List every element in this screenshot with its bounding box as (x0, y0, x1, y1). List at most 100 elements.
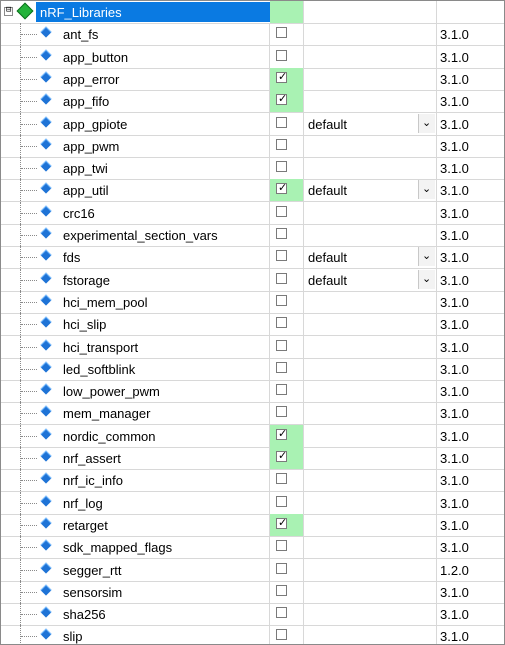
component-variant-cell (304, 603, 437, 625)
component-checkbox[interactable] (276, 206, 287, 217)
component-variant-cell[interactable]: default ⌄ (304, 269, 437, 291)
component-version-cell: 3.1.0 (437, 492, 504, 514)
component-select-cell: ✓ (270, 90, 304, 112)
component-checkbox[interactable] (276, 496, 287, 507)
component-row[interactable]: app_twi 3.1.0 (1, 157, 504, 180)
component-row[interactable]: nrf_assert ✓ 3.1.0 (1, 447, 504, 470)
component-version: 3.1.0 (440, 183, 469, 198)
component-variant-cell[interactable]: default ⌄ (304, 113, 437, 135)
component-checkbox[interactable] (276, 27, 287, 38)
component-icon (40, 26, 52, 38)
component-row[interactable]: sha256 3.1.0 (1, 603, 504, 626)
tree-branch (21, 324, 37, 325)
component-row[interactable]: app_error ✓ 3.1.0 (1, 68, 504, 91)
component-checkbox[interactable] (276, 585, 287, 596)
component-icon (40, 316, 52, 328)
component-row[interactable]: fds default ⌄ 3.1.0 (1, 246, 504, 269)
component-checkbox[interactable] (276, 250, 287, 261)
component-variant-cell (304, 625, 437, 644)
component-icon (40, 606, 52, 618)
component-row[interactable]: sensorsim 3.1.0 (1, 581, 504, 604)
component-row[interactable]: low_power_pwm 3.1.0 (1, 380, 504, 403)
component-row[interactable]: fstorage default ⌄ 3.1.0 (1, 269, 504, 292)
component-variant-cell[interactable]: default ⌄ (304, 179, 437, 201)
component-checkbox[interactable]: ✓ (276, 427, 287, 440)
component-name-cell: crc16 (1, 202, 270, 224)
tree-root-row[interactable]: ⊟ nRF_Libraries (1, 1, 504, 24)
component-checkbox[interactable] (276, 362, 287, 373)
component-row[interactable]: nrf_ic_info 3.1.0 (1, 469, 504, 492)
component-name: ant_fs (63, 27, 99, 42)
component-row[interactable]: sdk_mapped_flags 3.1.0 (1, 536, 504, 559)
component-checkbox[interactable]: ✓ (276, 516, 287, 529)
checkmark-icon: ✓ (278, 181, 288, 194)
component-checkbox[interactable] (276, 473, 287, 484)
dropdown-chevron-icon[interactable]: ⌄ (418, 270, 435, 289)
component-version-cell: 3.1.0 (437, 358, 504, 380)
component-name-cell: ant_fs (1, 23, 270, 45)
component-checkbox[interactable] (276, 228, 287, 239)
component-name: nrf_ic_info (63, 473, 123, 488)
component-version-cell: 3.1.0 (437, 68, 504, 90)
component-row[interactable]: retarget ✓ 3.1.0 (1, 514, 504, 537)
component-row[interactable]: app_button 3.1.0 (1, 46, 504, 69)
component-row[interactable]: nordic_common ✓ 3.1.0 (1, 425, 504, 448)
component-checkbox[interactable]: ✓ (276, 92, 287, 105)
component-row[interactable]: hci_mem_pool 3.1.0 (1, 291, 504, 314)
component-checkbox[interactable] (276, 139, 287, 150)
component-select-cell (270, 625, 304, 644)
dropdown-chevron-icon[interactable]: ⌄ (418, 114, 435, 133)
component-checkbox[interactable] (276, 317, 287, 328)
component-row[interactable]: experimental_section_vars 3.1.0 (1, 224, 504, 247)
component-icon (40, 472, 52, 484)
component-row[interactable]: segger_rtt 1.2.0 (1, 559, 504, 582)
dropdown-chevron-icon[interactable]: ⌄ (418, 247, 435, 266)
component-variant-cell (304, 313, 437, 335)
component-name: retarget (63, 518, 108, 533)
component-row[interactable]: app_gpiote default ⌄ 3.1.0 (1, 113, 504, 136)
component-checkbox[interactable] (276, 273, 287, 284)
component-checkbox[interactable] (276, 563, 287, 574)
root-label-selection[interactable]: nRF_Libraries (36, 2, 270, 22)
component-checkbox[interactable]: ✓ (276, 70, 287, 83)
component-select-cell (270, 559, 304, 581)
component-checkbox[interactable] (276, 50, 287, 61)
component-checkbox[interactable] (276, 384, 287, 395)
component-row[interactable]: slip 3.1.0 (1, 625, 504, 644)
component-variant-cell[interactable]: default ⌄ (304, 246, 437, 268)
component-checkbox[interactable]: ✓ (276, 449, 287, 462)
component-version: 3.1.0 (440, 94, 469, 109)
component-checkbox[interactable] (276, 607, 287, 618)
component-checkbox[interactable] (276, 117, 287, 128)
component-row[interactable]: ant_fs 3.1.0 (1, 23, 504, 46)
component-row[interactable]: hci_slip 3.1.0 (1, 313, 504, 336)
dropdown-chevron-icon[interactable]: ⌄ (418, 180, 435, 199)
component-group-icon (16, 2, 34, 20)
component-row[interactable]: crc16 3.1.0 (1, 202, 504, 225)
component-checkbox[interactable] (276, 406, 287, 417)
root-select-cell (270, 1, 304, 23)
component-checkbox[interactable] (276, 540, 287, 551)
component-row[interactable]: app_util ✓ default ⌄ 3.1.0 (1, 179, 504, 202)
component-checkbox[interactable]: ✓ (276, 181, 288, 194)
component-icon (40, 584, 52, 596)
component-select-cell (270, 336, 304, 358)
component-checkbox[interactable] (276, 629, 287, 640)
component-row[interactable]: hci_transport 3.1.0 (1, 336, 504, 359)
component-version-cell: 3.1.0 (437, 402, 504, 424)
component-version: 3.1.0 (440, 317, 469, 332)
component-checkbox[interactable] (276, 161, 287, 172)
component-row[interactable]: mem_manager 3.1.0 (1, 402, 504, 425)
component-variant-cell (304, 46, 437, 68)
component-checkbox[interactable] (276, 340, 287, 351)
component-row[interactable]: app_pwm 3.1.0 (1, 135, 504, 158)
component-version: 3.1.0 (440, 72, 469, 87)
component-row[interactable]: nrf_log 3.1.0 (1, 492, 504, 515)
component-row[interactable]: led_softblink 3.1.0 (1, 358, 504, 381)
component-row[interactable]: app_fifo ✓ 3.1.0 (1, 90, 504, 113)
component-checkbox[interactable] (276, 295, 287, 306)
collapse-expander-icon[interactable]: ⊟ (4, 5, 13, 16)
tree-branch (21, 391, 37, 392)
component-name-cell: nordic_common (1, 425, 270, 447)
component-select-cell (270, 157, 304, 179)
